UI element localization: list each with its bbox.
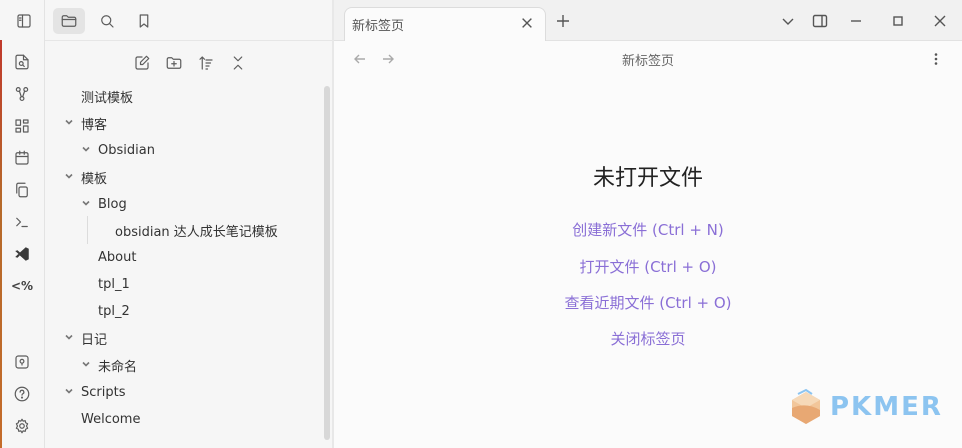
tree-item-folder[interactable]: 日记: [63, 325, 107, 351]
tree-item-label: 未命名: [98, 359, 138, 375]
search-icon[interactable]: [91, 8, 123, 34]
tree-item-folder[interactable]: Blog: [80, 191, 127, 217]
tree-item-file[interactable]: About: [98, 244, 136, 270]
window-close-icon[interactable]: [930, 11, 950, 31]
minimize-icon[interactable]: [846, 11, 866, 31]
tree-item-label: Scripts: [81, 384, 126, 400]
folder-icon[interactable]: [53, 8, 85, 34]
collapse-icon[interactable]: [226, 51, 250, 75]
chevron-down-icon: [63, 116, 77, 130]
pkmer-logo: [786, 388, 826, 426]
tree-item-file[interactable]: tpl_2: [98, 298, 130, 324]
sort-icon[interactable]: [194, 51, 218, 75]
tree-item-label: tpl_1: [98, 276, 130, 292]
chevron-down-icon: [63, 385, 77, 399]
terminal-icon[interactable]: [10, 210, 34, 234]
new-tab-icon[interactable]: [553, 11, 573, 31]
help-icon[interactable]: [10, 382, 34, 406]
settings-icon[interactable]: [10, 414, 34, 438]
file-search-icon[interactable]: [10, 50, 34, 74]
tree-item-label: tpl_2: [98, 303, 130, 319]
tree-item-file[interactable]: obsidian 达人成长笔记模板: [115, 217, 278, 243]
new-folder-icon[interactable]: [162, 51, 186, 75]
chevron-down-icon: [80, 143, 94, 157]
grid-icon[interactable]: [10, 114, 34, 138]
pkmer-watermark-text: PKMER: [830, 392, 943, 422]
chevron-down-icon: [80, 358, 94, 372]
tree-item-file[interactable]: Welcome: [81, 406, 140, 432]
tree-item-label: Welcome: [81, 411, 141, 427]
view-title: 新标签页: [621, 54, 674, 69]
tree-item-file[interactable]: tpl_1: [98, 271, 130, 297]
tree-guide: [87, 216, 88, 244]
chevron-down-icon: [80, 197, 94, 211]
tree-item-label: 模板: [81, 171, 108, 187]
tree-item-label: 博客: [81, 117, 108, 133]
tree-item-folder[interactable]: 博客: [63, 110, 107, 136]
tab-label: 新标签页: [352, 19, 405, 34]
vault-icon[interactable]: [10, 350, 34, 374]
create-new-file-link[interactable]: 创建新文件 (Ctrl + N): [334, 219, 962, 240]
graph-icon[interactable]: [10, 82, 34, 106]
tree-item-folder[interactable]: 未命名: [80, 352, 137, 378]
empty-state-title: 未打开文件: [592, 166, 703, 191]
close-tab-link[interactable]: 关闭标签页: [334, 328, 962, 349]
tree-item-file[interactable]: 测试模板: [81, 83, 133, 109]
more-options-icon[interactable]: [926, 49, 946, 69]
maximize-icon[interactable]: [888, 11, 908, 31]
sidebar-toggle-icon[interactable]: [8, 8, 40, 34]
chevron-down-icon: [63, 331, 77, 345]
tree-item-label: obsidian 达人成长笔记模板: [115, 224, 278, 240]
chevron-down-icon[interactable]: [778, 11, 798, 31]
tree-item-label: Blog: [98, 196, 127, 212]
new-note-icon[interactable]: [130, 51, 154, 75]
bookmark-icon[interactable]: [128, 8, 160, 34]
tree-item-label: 日记: [81, 332, 108, 348]
chevron-down-icon: [63, 170, 77, 184]
calendar-icon[interactable]: [10, 146, 34, 170]
tree-item-label: Obsidian: [98, 142, 155, 158]
tree-item-folder[interactable]: Obsidian: [80, 137, 155, 163]
tree-item-folder[interactable]: 模板: [63, 164, 107, 190]
close-icon[interactable]: [518, 14, 536, 32]
code-icon[interactable]: <%: [10, 274, 34, 298]
recent-files-link[interactable]: 查看近期文件 (Ctrl + O): [334, 292, 962, 313]
sidebar-top-bar: [45, 0, 332, 41]
right-sidebar-toggle-icon[interactable]: [810, 11, 830, 31]
vscode-icon[interactable]: [10, 242, 34, 266]
ribbon-edge: [0, 40, 2, 448]
tree-item-folder[interactable]: Scripts: [63, 379, 125, 405]
open-file-link[interactable]: 打开文件 (Ctrl + O): [334, 256, 962, 277]
sidebar-scrollbar[interactable]: [324, 86, 330, 440]
copy-icon[interactable]: [10, 178, 34, 202]
tree-item-label: About: [98, 249, 137, 265]
tree-item-label: 测试模板: [81, 90, 134, 106]
